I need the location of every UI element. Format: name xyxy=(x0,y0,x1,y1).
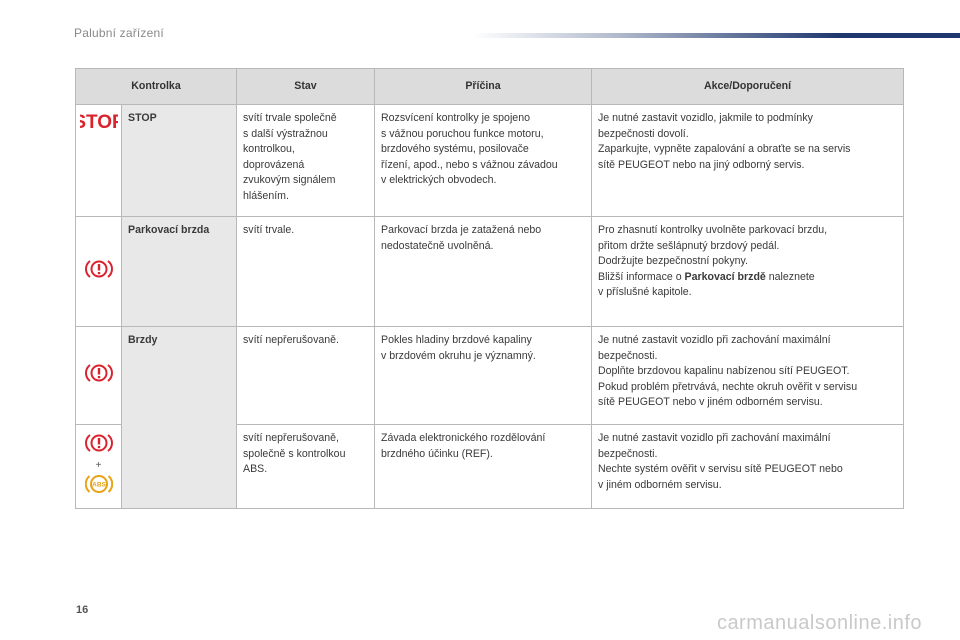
watermark: carmanualsonline.info xyxy=(716,612,922,634)
column-header-stav: Stav xyxy=(236,68,375,105)
text-line: v elektrických obvodech. xyxy=(381,174,497,187)
text-line: v brzdovém okruhu je významný. xyxy=(381,349,536,362)
row-name: STOP xyxy=(121,104,237,217)
stop-icon: STOP xyxy=(80,112,118,131)
row-cause: Závada elektronického rozdělování brzdné… xyxy=(374,424,592,509)
table-header-row: Kontrolka Stav Příčina Akce/Doporučení xyxy=(75,68,904,105)
plus-sign: + xyxy=(95,459,102,471)
text-line: Doplňte brzdovou kapalinu nabízenou sítí… xyxy=(598,365,850,378)
text-line: Je nutné zastavit vozidlo při zachování … xyxy=(598,334,831,346)
brake-warning-icon xyxy=(84,363,113,382)
text-line: Je nutné zastavit vozidlo při zachování … xyxy=(598,432,831,444)
brake-warning-icon xyxy=(84,434,113,452)
text-line: sítě PEUGEOT nebo v jiném odborném servi… xyxy=(598,396,823,409)
text-fragment-bold: Parkovací brzdě xyxy=(684,270,766,283)
row-cause: Rozsvícení kontrolky je spojeno s vážnou… xyxy=(374,104,592,217)
text-line: společně s kontrolkou xyxy=(243,447,346,460)
text-line: brzdného účinku (REF). xyxy=(381,447,493,460)
warning-lights-table: Kontrolka Stav Příčina Akce/Doporučení S… xyxy=(75,68,904,509)
text-line: sítě PEUGEOT nebo na jiný odborný servis… xyxy=(598,158,805,171)
text-line: řízení, apod., nebo s vážnou závadou xyxy=(381,158,558,171)
table-row: STOP STOP svítí trvale společně s další … xyxy=(75,104,904,217)
brake-warning-icon xyxy=(84,259,113,278)
text-line: Pro zhasnutí kontrolky uvolněte parkovac… xyxy=(598,224,828,236)
row-action: Je nutné zastavit vozidlo při zachování … xyxy=(591,424,904,509)
row-state: svítí trvale. xyxy=(236,216,375,327)
text-line: svítí trvale společně xyxy=(243,112,337,124)
text-line: bezpečnosti. xyxy=(598,447,658,460)
row-state: svítí nepřerušovaně. xyxy=(236,326,375,425)
row-name: Brzdy xyxy=(121,326,237,509)
table-row: Brzdy svítí nepřerušovaně. Pokles hladin… xyxy=(75,326,904,509)
text-line: s další výstražnou xyxy=(243,127,328,140)
text-line: svítí trvale. xyxy=(243,224,295,236)
row-cause: Pokles hladiny brzdové kapaliny v brzdov… xyxy=(374,326,592,425)
text-line: Parkovací brzda je zatažená nebo xyxy=(381,224,542,236)
row-state: svítí nepřerušovaně, společně s kontrolk… xyxy=(236,424,375,509)
text-line: kontrolkou, xyxy=(243,143,295,156)
text-line: nedostatečně uvolněná. xyxy=(381,239,494,252)
row-action: Je nutné zastavit vozidlo při zachování … xyxy=(591,326,904,425)
text-line: svítí nepřerušovaně. xyxy=(243,334,339,346)
row-action: Je nutné zastavit vozidlo, jakmile to po… xyxy=(591,104,904,217)
text-line: v jiném odborném servisu. xyxy=(598,478,722,491)
text-line: bezpečnosti dovolí. xyxy=(598,127,689,140)
text-line: Nechte systém ověřit v servisu sítě PEUG… xyxy=(598,463,843,476)
abs-icon-text: ABS xyxy=(92,481,106,488)
column-header-akce: Akce/Doporučení xyxy=(591,68,904,105)
header-decorative-bar xyxy=(472,33,960,38)
abs-icon: ABS xyxy=(84,474,113,493)
row-cause: Parkovací brzda je zatažená nebo nedosta… xyxy=(374,216,592,327)
text-line: Je nutné zastavit vozidlo, jakmile to po… xyxy=(598,112,813,124)
text-line: bezpečnosti. xyxy=(598,349,658,362)
text-line: v příslušné kapitole. xyxy=(598,286,692,299)
text-line: hlášením. xyxy=(243,189,289,202)
column-header-pricina: Příčina xyxy=(374,68,592,105)
text-line: doprovázená xyxy=(243,158,305,171)
text-line: ABS. xyxy=(243,463,268,476)
text-line: Bližší informace o Parkovací brzdě nalez… xyxy=(598,270,897,286)
row-state: svítí trvale společně s další výstražnou… xyxy=(236,104,375,217)
page-header-title: Palubní zařízení xyxy=(74,26,164,40)
text-line: Dodržujte bezpečnostní pokyny. xyxy=(598,255,748,268)
stop-icon-text: STOP xyxy=(80,112,118,131)
icon-cell: + ABS xyxy=(75,424,122,509)
text-line: Zaparkujte, vypněte zapalování a obraťte… xyxy=(598,143,851,156)
text-line: Závada elektronického rozdělování xyxy=(381,432,546,444)
text-line: Pokud problém přetrvává, nechte okruh ov… xyxy=(598,380,858,393)
row-action: Pro zhasnutí kontrolky uvolněte parkovac… xyxy=(591,216,904,327)
text-line: svítí nepřerušovaně, xyxy=(243,432,339,444)
text-line: zvukovým signálem xyxy=(243,174,336,187)
icon-cell: STOP xyxy=(75,104,122,217)
text-fragment: naleznete xyxy=(765,270,815,283)
text-line: přitom držte sešlápnutý brzdový pedál. xyxy=(598,239,780,252)
page-number: 16 xyxy=(76,604,89,616)
text-line: Rozsvícení kontrolky je spojeno xyxy=(381,112,530,124)
row-name: Parkovací brzda xyxy=(121,216,237,327)
text-fragment: Bližší informace o xyxy=(598,270,685,283)
text-line: brzdového systému, posilovače xyxy=(381,143,529,156)
icon-cell xyxy=(75,216,122,327)
text-line: s vážnou poruchou funkce motoru, xyxy=(381,127,544,140)
table-row: Parkovací brzda svítí trvale. Parkovací … xyxy=(75,216,904,327)
text-line: Pokles hladiny brzdové kapaliny xyxy=(381,334,532,346)
icon-cell xyxy=(75,326,122,425)
column-header-kontrolka: Kontrolka xyxy=(75,68,237,105)
